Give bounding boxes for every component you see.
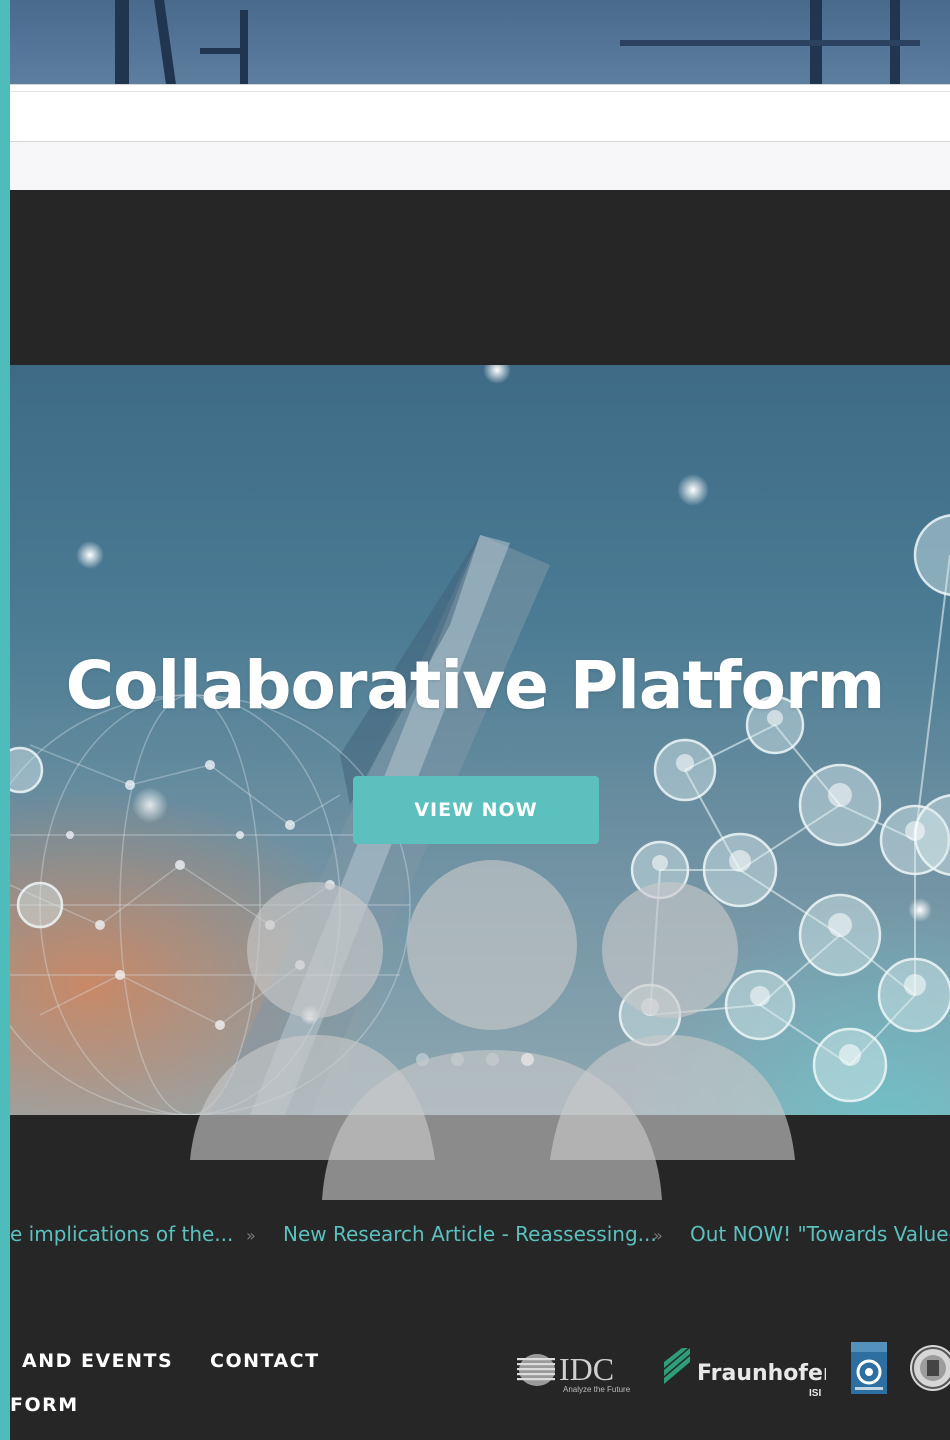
- ticker-item[interactable]: New Research Article - Reassessing...: [283, 1222, 657, 1246]
- university-seal-icon[interactable]: [908, 1340, 950, 1394]
- ticker-separator: »: [246, 1226, 256, 1245]
- page: Collaborative Platform VIEW NOW e implic…: [0, 0, 950, 1440]
- subheader-bar: [10, 142, 950, 190]
- slider-dot-2[interactable]: [451, 1053, 464, 1066]
- slider-dot-1[interactable]: [416, 1053, 429, 1066]
- dark-spacer: [10, 190, 950, 365]
- idc-logo-text: IDC: [559, 1351, 614, 1387]
- network-illustration: [10, 365, 950, 1115]
- news-ticker: e implications of the... » New Research …: [10, 1218, 950, 1254]
- header-bar: [10, 84, 950, 142]
- slider-pagination: [416, 1053, 534, 1066]
- top-banner-image: [10, 0, 950, 84]
- idc-logo-tagline: Analyze the Future: [563, 1385, 631, 1394]
- banner-crossbar: [200, 48, 240, 54]
- banner-beam: [154, 0, 176, 84]
- banner-beam: [115, 0, 129, 84]
- slider-dot-4[interactable]: [521, 1053, 534, 1066]
- ticker-item[interactable]: e implications of the...: [10, 1222, 233, 1246]
- partner-logos: IDC Analyze the Future Fraunhofer ISI: [0, 1338, 950, 1408]
- banner-beam: [240, 10, 248, 84]
- fraunhofer-logo[interactable]: Fraunhofer ISI: [664, 1346, 826, 1396]
- ticker-separator: »: [653, 1226, 663, 1245]
- ticker-item[interactable]: Out NOW! "Towards Value-C: [690, 1222, 950, 1246]
- view-now-button[interactable]: VIEW NOW: [353, 776, 599, 844]
- leiden-law-logo[interactable]: [851, 1342, 887, 1394]
- left-edge-strip: [0, 0, 10, 1440]
- banner-crossbar: [620, 40, 920, 46]
- header-divider: [10, 91, 950, 92]
- fraunhofer-logo-text: Fraunhofer: [697, 1361, 826, 1386]
- idc-logo[interactable]: IDC Analyze the Future: [515, 1344, 640, 1394]
- hero-title: Collaborative Platform: [65, 647, 886, 724]
- fraunhofer-logo-sub: ISI: [809, 1388, 821, 1396]
- slider-dot-3[interactable]: [486, 1053, 499, 1066]
- hero-slider: Collaborative Platform VIEW NOW: [10, 365, 950, 1115]
